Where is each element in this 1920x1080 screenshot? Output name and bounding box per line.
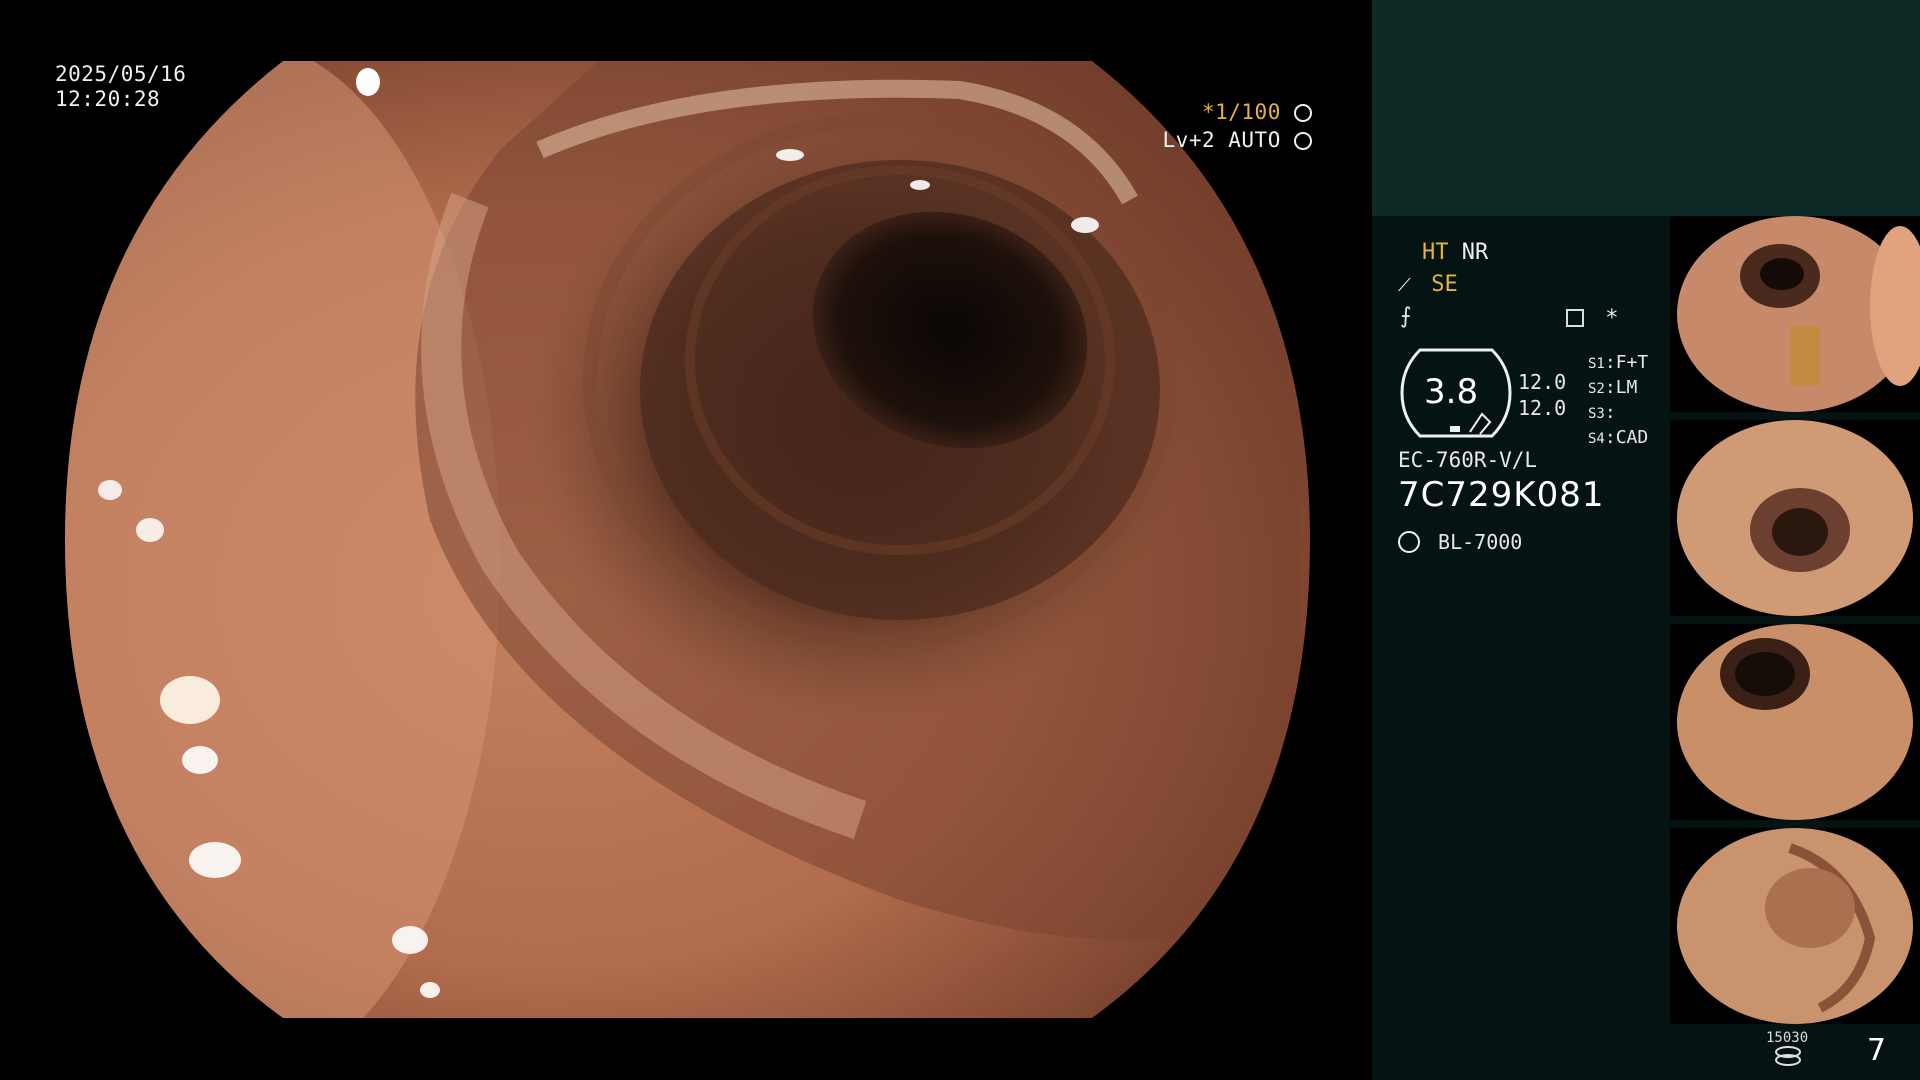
light-source: BL-7000: [1438, 530, 1523, 554]
s1-value: F+T: [1615, 352, 1649, 373]
shutter-star: *: [1201, 100, 1216, 124]
se-indicator: SE: [1431, 272, 1458, 297]
time-text: 12:20:28: [55, 87, 161, 111]
color-mode-icon: ⨍: [1400, 304, 1412, 329]
s2-label: S2: [1588, 381, 1605, 397]
thumbnail-1[interactable]: [1670, 216, 1920, 412]
processor-settings: HT NR ⟋ SE ⨍ * 3.8 12.0 12.0 S1:F+T S2:L…: [1398, 240, 1649, 554]
brightness-level: Lv+2: [1162, 128, 1216, 152]
storage-count: 15030: [1766, 1030, 1809, 1046]
thumbnail-3[interactable]: [1670, 624, 1920, 820]
exposure-info: *1/100 Lv+2 AUTO: [1163, 98, 1312, 154]
s4-label: S4: [1588, 431, 1605, 447]
scope-model: EC-760R-V/L: [1398, 448, 1538, 472]
image-count: 7: [1866, 1033, 1886, 1068]
captured-images: [1670, 216, 1920, 1024]
endoscope-live-view: 2025/05/16 12:20:28 *1/100 Lv+2 AUTO: [0, 0, 1372, 1080]
thumbnail-4[interactable]: [1670, 828, 1920, 1024]
thumbnail-2[interactable]: [1670, 420, 1920, 616]
date-text: 2025/05/16: [55, 62, 187, 86]
s1-label: S1: [1588, 356, 1605, 372]
scope-serial: 7C729K081: [1398, 475, 1605, 515]
record-icon: [1566, 309, 1584, 327]
s2-value: LM: [1615, 377, 1638, 398]
aperture-icon: [1294, 104, 1312, 122]
s4-value: CAD: [1615, 427, 1649, 448]
gauge-value: 3.8: [1424, 372, 1479, 412]
shutter-speed: 1/100: [1215, 100, 1281, 124]
ht-indicator: HT: [1422, 240, 1449, 265]
s3-label: S3: [1588, 406, 1605, 422]
nr-indicator: NR: [1461, 240, 1489, 265]
exposure-mode: AUTO: [1228, 128, 1281, 152]
record-star: *: [1605, 306, 1619, 331]
date-time-display: 2025/05/16 12:20:28: [55, 62, 186, 112]
endoscope-image: [65, 61, 1310, 1018]
patient-info-area: [1372, 0, 1920, 216]
auto-iris-icon: [1294, 132, 1312, 150]
structure-enhance-icon: ⟋: [1398, 275, 1411, 296]
light-source-icon: [1398, 531, 1420, 553]
value-2: 12.0: [1518, 396, 1567, 420]
value-1: 12.0: [1518, 370, 1567, 394]
